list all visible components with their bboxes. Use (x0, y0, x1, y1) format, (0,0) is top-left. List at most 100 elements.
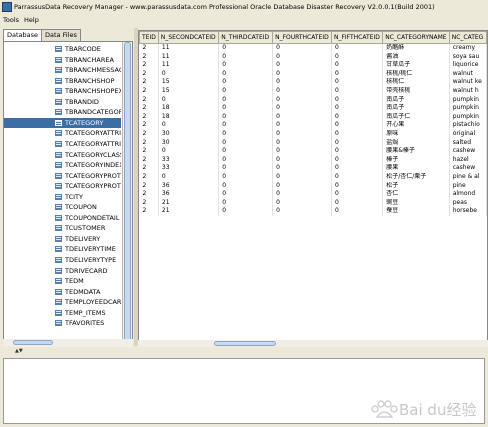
column-header[interactable]: N_FOURTHCATEID (272, 31, 332, 44)
table-cell: 21 (158, 198, 220, 208)
table-row[interactable]: 2 21 0 0 0 蚕豆 horsebe (139, 207, 487, 216)
table-cell: 0 (218, 78, 274, 87)
tree-item-label: TCOUPONDETAIL (65, 213, 120, 222)
tree-vertical-scrollbar[interactable] (122, 42, 132, 344)
horizontal-splitter[interactable]: ▲▼ (0, 347, 488, 357)
table-cell: 0 (158, 147, 220, 156)
tree-item-label: TCATEGORYATTRIBUTE (65, 129, 121, 138)
table-row[interactable]: 2 33 0 0 0 腰果 cashew (139, 164, 487, 173)
table-cell: cashew (449, 164, 487, 173)
tree-item[interactable]: TCITY (4, 192, 121, 203)
column-header[interactable]: N_FIFTHCATEID (330, 31, 384, 44)
table-row[interactable]: 2 15 0 0 0 核桃仁 walnut ke (139, 78, 487, 87)
tree-item[interactable]: TCATEGORYATTRIBUTE (4, 128, 121, 139)
table-cell: 0 (331, 61, 384, 70)
column-header[interactable]: N_SECONDCATEID (157, 31, 220, 44)
tree-horizontal-scrollbar[interactable] (3, 339, 133, 347)
tree-item[interactable]: TCOUPON (4, 202, 121, 213)
table-cell: 2 (139, 172, 159, 182)
tree-item[interactable]: TEDMDATA (4, 287, 121, 298)
table-cell: 2 (139, 181, 159, 191)
tree-item[interactable]: TBRANCHAREA (4, 55, 121, 66)
table-row[interactable]: 2 15 0 0 0 带壳核桃 walnut h (139, 86, 487, 96)
tree-item[interactable]: TDELIVERYTIME (4, 244, 121, 255)
table-cell: 0 (331, 112, 384, 122)
table-row[interactable]: 2 0 0 0 0 松子/杏仁/栗子 pine & al (139, 172, 487, 182)
collapse-arrows-icon[interactable]: ▲▼ (15, 348, 23, 354)
table-row[interactable]: 2 18 0 0 0 南瓜子仁 pumpkin (139, 112, 487, 122)
table-row[interactable]: 2 0 0 0 0 开心果 pistachio (139, 121, 487, 130)
tree-item[interactable]: TFAVORITES (4, 318, 121, 329)
tree-item[interactable]: TDRIVECARD (4, 266, 121, 277)
table-row[interactable]: 2 36 0 0 0 松子 pine (139, 181, 487, 191)
grid-hscroll-thumb[interactable] (214, 341, 276, 346)
tree-item[interactable]: TEMPLOYEEDCARD (4, 297, 121, 308)
table-cell: 松子 (382, 181, 450, 191)
menu-help[interactable]: Help (24, 16, 39, 24)
table-row[interactable]: 2 21 0 0 0 豌豆 peas (139, 198, 487, 208)
tree-item[interactable]: TCOUPONDETAIL (4, 213, 121, 224)
tree-item[interactable]: TCATEGORY (4, 117, 121, 129)
window-title: ParrassusData Recovery Manager - www.par… (14, 3, 435, 11)
tree-item[interactable]: TCATEGORYATTRIB (4, 139, 121, 150)
tree-item[interactable]: TBARCODE (4, 44, 121, 55)
tree-item[interactable]: TBRANCHSHOP (4, 76, 121, 87)
tree-item-label: TEMP_ITEMS (65, 308, 106, 317)
table-row[interactable]: 2 11 0 0 0 奶酪酥 creamy (139, 43, 487, 53)
tree-item-label: TCATEGORYINDEX (65, 161, 121, 170)
table-cell: creamy (449, 43, 487, 53)
table-cell: 0 (272, 207, 332, 216)
table-row[interactable]: 2 0 0 0 0 核桃/桃仁 walnut (139, 69, 487, 79)
table-row[interactable]: 2 30 0 0 0 原味 original (139, 129, 487, 139)
table-cell: 榛子 (382, 155, 450, 165)
column-header[interactable]: NC_CATEG (448, 31, 487, 44)
table-row[interactable]: 2 0 0 0 0 腰果&榛子 cashew (139, 147, 487, 156)
table-row[interactable]: 2 0 0 0 0 南瓜子 pumpkin (139, 95, 487, 105)
tree-scroll-thumb[interactable] (124, 42, 131, 342)
tree-item[interactable]: TCUSTOMER (4, 223, 121, 234)
tree-item[interactable]: TCATEGORYPROTECT (4, 171, 121, 182)
tree-item[interactable]: TCATEGORYCLASS (4, 150, 121, 161)
tree-item[interactable]: TBRANCHMESSAGE (4, 65, 121, 76)
column-header[interactable]: N_THIRDCATEID (218, 31, 274, 44)
table-row[interactable]: 2 33 0 0 0 榛子 hazel (139, 155, 487, 165)
table-cell: 0 (272, 86, 332, 96)
table-cell: 18 (158, 112, 220, 122)
table-row[interactable]: 2 30 0 0 0 盐焗 salted (139, 138, 487, 148)
menu-tools[interactable]: Tools (3, 16, 19, 24)
tree-item[interactable]: TDELIVERYTYPE (4, 255, 121, 266)
tree-item[interactable]: TDELIVERY (4, 234, 121, 245)
tree-item[interactable]: TEMP_ITEMS (4, 308, 121, 319)
table-cell: 0 (272, 129, 332, 139)
table-cell: 0 (158, 69, 220, 79)
table-cell: 2 (139, 78, 159, 87)
table-row[interactable]: 2 36 0 0 0 杏仁 almond (139, 190, 487, 199)
column-header[interactable]: TEID (139, 31, 159, 44)
table-cell: 原味 (382, 129, 450, 139)
table-row[interactable]: 2 11 0 0 0 甘草瓜子 liquorice (139, 61, 487, 70)
table-cell: peas (449, 198, 487, 208)
table-cell: 0 (218, 61, 274, 70)
column-header[interactable]: NC_CATEGORYNAME (382, 31, 450, 44)
tree-item[interactable]: TBRANDCATEGORY (4, 107, 121, 118)
table-cell: 0 (218, 121, 274, 130)
table-row[interactable]: 2 18 0 0 0 南瓜子 pumpkin (139, 104, 487, 113)
tree-item[interactable]: TBRANCHSHOPEXT (4, 86, 121, 97)
table-cell: 2 (139, 61, 159, 70)
table-cell: 0 (218, 138, 274, 148)
tree-item[interactable]: TCATEGORYINDEX (4, 160, 121, 171)
tree-item[interactable]: TBRANDID (4, 97, 121, 108)
table-cell: 南瓜子 (382, 95, 450, 105)
tree-item[interactable]: TCATEGORYPROTE (4, 181, 121, 192)
table-cell: 0 (158, 121, 220, 130)
tab-data-files[interactable]: Data Files (41, 29, 81, 41)
tree-hscroll-thumb[interactable] (13, 340, 53, 345)
grid-horizontal-scrollbar[interactable] (138, 340, 488, 347)
table-row[interactable]: 2 11 0 0 0 酱油 soya sau (139, 52, 487, 62)
table-cell: 核桃仁 (382, 78, 450, 87)
table-cell: 0 (218, 155, 274, 165)
tree-item-label: TCATEGORYATTRIB (65, 139, 121, 148)
tree-item[interactable]: TEDM (4, 276, 121, 287)
table-cell: walnut ke (449, 78, 487, 87)
table-icon (55, 204, 62, 211)
